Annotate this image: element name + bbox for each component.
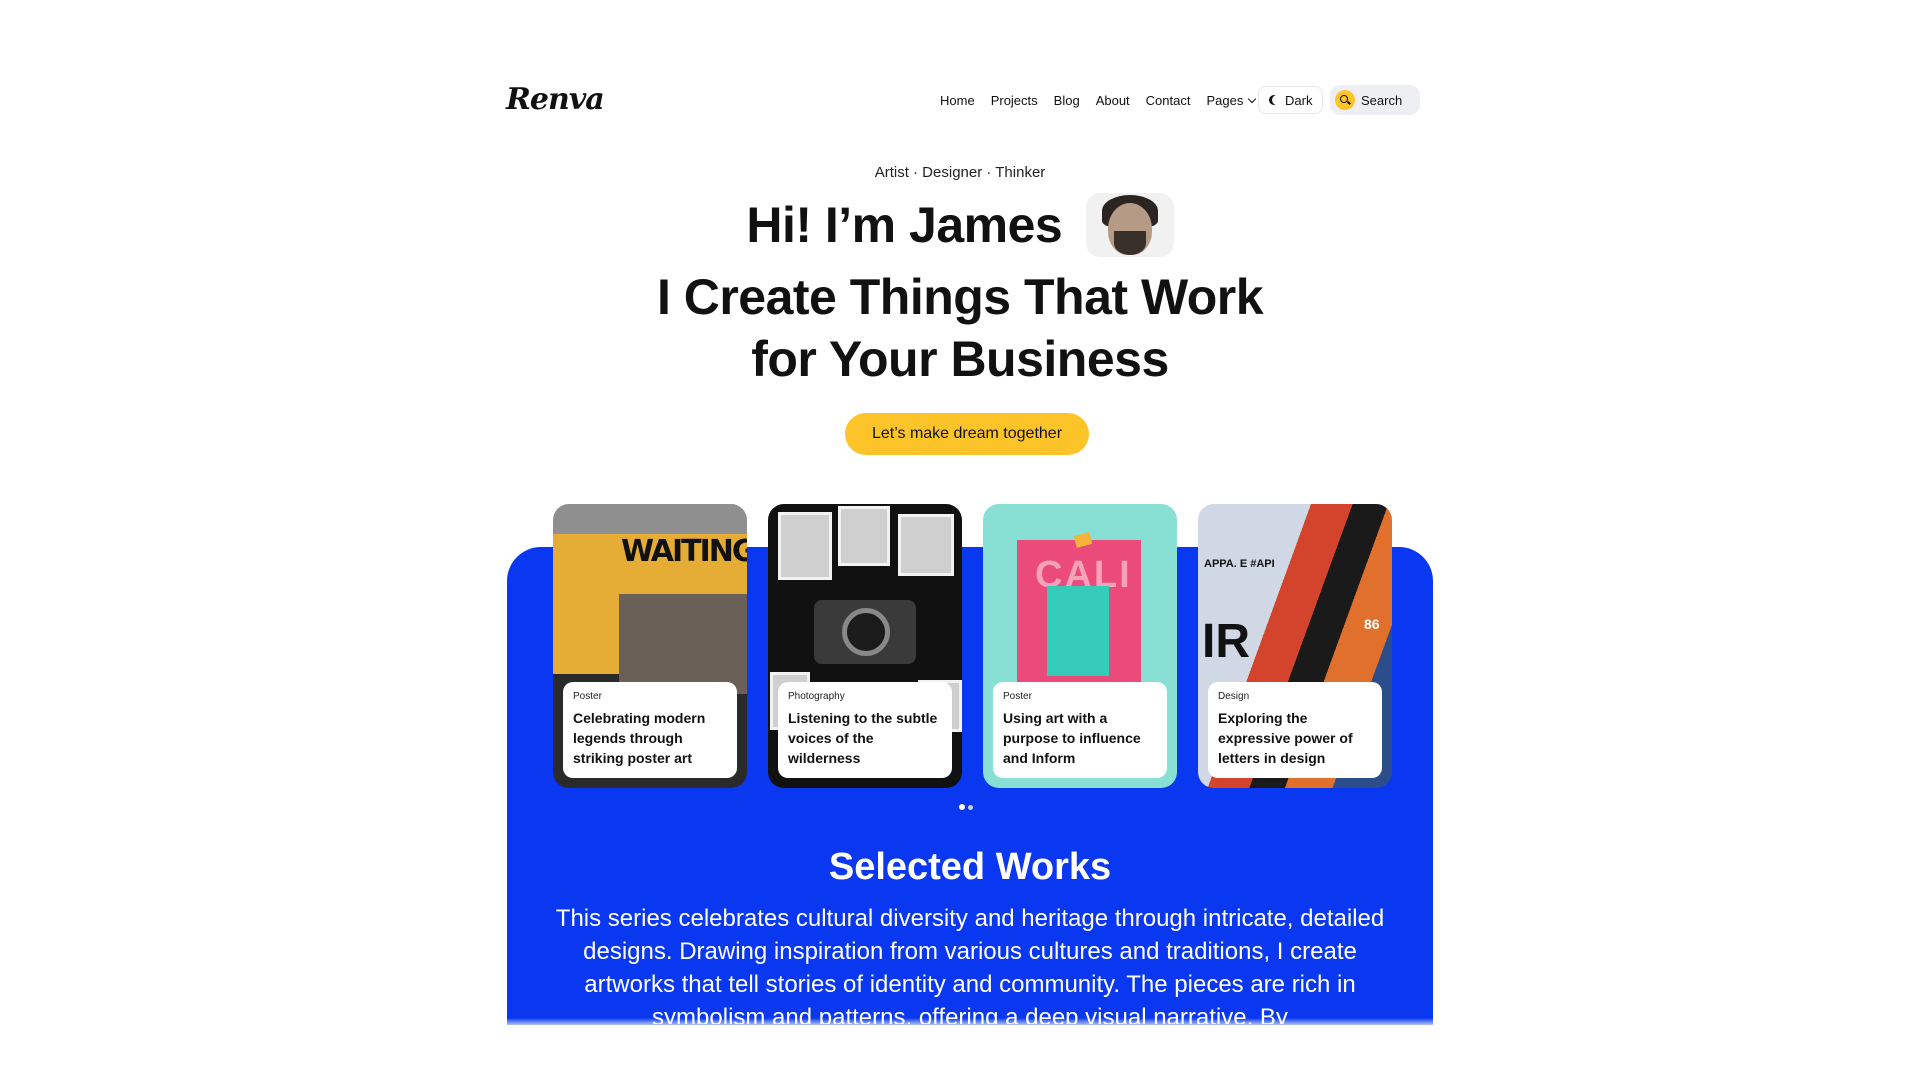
- hero-heading-line-3: for Your Business: [751, 331, 1169, 387]
- search-label: Search: [1361, 92, 1403, 108]
- photo-frame: [778, 512, 832, 580]
- avatar-beard: [1113, 230, 1146, 255]
- card-label: Poster Celebrating modern legends throug…: [563, 682, 737, 778]
- page: Renva Home Projects Blog About Contact P…: [0, 0, 1920, 1080]
- card-title: Listening to the subtle voices of the wi…: [788, 710, 938, 766]
- carousel-dot-active[interactable]: [959, 804, 965, 810]
- moon-icon: [1272, 95, 1282, 105]
- dark-mode-toggle[interactable]: Dark: [1258, 86, 1324, 114]
- work-card[interactable]: WAITING Poster Celebrating modern legend…: [553, 504, 747, 788]
- carousel-pagination: [959, 804, 973, 810]
- card-label: Design Exploring the expressive power of…: [1208, 682, 1382, 778]
- work-cards-carousel: WAITING Poster Celebrating modern legend…: [553, 504, 1392, 788]
- hero-heading-line-2: I Create Things That Work: [656, 269, 1264, 325]
- photo-frame: [898, 514, 954, 576]
- hero-greeting: Hi! I’m James: [746, 197, 1063, 253]
- poster-square: [1047, 586, 1109, 676]
- card-category: Poster: [1003, 691, 1032, 702]
- nav-contact[interactable]: Contact: [1146, 93, 1191, 108]
- nav-about[interactable]: About: [1096, 93, 1130, 108]
- card-art-text: APPA. E #API: [1204, 558, 1275, 570]
- card-art-photo: [619, 594, 747, 694]
- nav-projects[interactable]: Projects: [991, 93, 1038, 108]
- work-card[interactable]: CALI Poster Using art with a purpose to …: [983, 504, 1177, 788]
- card-title: Exploring the expressive power of letter…: [1218, 710, 1353, 766]
- work-card[interactable]: Photography Listening to the subtle voic…: [768, 504, 962, 788]
- card-art-text: IR: [1202, 615, 1250, 668]
- hero-heading-line-1: Hi! I’m James: [0, 192, 1920, 257]
- nav-pages-label: Pages: [1206, 92, 1244, 108]
- work-card[interactable]: APPA. E #API IR 86 Design Exploring the …: [1198, 504, 1392, 788]
- main-nav: Home Projects Blog About Contact Pages: [940, 86, 1271, 114]
- card-category: Photography: [788, 691, 845, 702]
- card-category: Poster: [573, 691, 602, 702]
- card-title: Celebrating modern legends through strik…: [573, 710, 706, 766]
- avatar: [1085, 192, 1174, 257]
- card-label: Photography Listening to the subtle voic…: [778, 682, 952, 778]
- camera-lens: [842, 608, 890, 656]
- hero-tagline: Artist · Designer · Thinker: [874, 164, 1046, 181]
- nav-blog[interactable]: Blog: [1054, 93, 1080, 108]
- photo-frame: [838, 506, 890, 566]
- card-art-text: 86: [1364, 616, 1380, 632]
- card-title: Using art with a purpose to influence an…: [1003, 710, 1141, 766]
- section-description: This series celebrates cultural diversit…: [555, 905, 1385, 1024]
- chevron-down-icon: [1248, 94, 1257, 103]
- search-button[interactable]: Search: [1330, 85, 1420, 115]
- search-icon: [1335, 90, 1355, 110]
- card-art-text: WAITING: [621, 534, 747, 569]
- nav-pages-dropdown[interactable]: Pages: [1206, 92, 1257, 108]
- carousel-dot[interactable]: [968, 804, 973, 810]
- card-category: Design: [1218, 691, 1250, 702]
- cta-button[interactable]: Let’s make dream together: [845, 413, 1089, 455]
- bottom-fade: [507, 1018, 1433, 1028]
- dark-mode-label: Dark: [1285, 92, 1313, 108]
- card-label: Poster Using art with a purpose to influ…: [993, 682, 1167, 778]
- logo[interactable]: Renva: [506, 82, 605, 117]
- nav-home[interactable]: Home: [940, 93, 975, 108]
- section-title: Selected Works: [828, 846, 1112, 888]
